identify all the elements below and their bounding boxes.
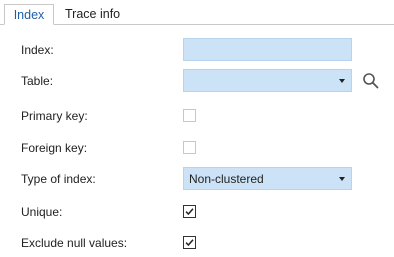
unique-label: Unique: [21, 205, 63, 219]
exclude-null-checkbox[interactable] [183, 236, 196, 249]
primary-key-checkbox[interactable] [183, 109, 196, 122]
index-label: Index: [21, 43, 54, 57]
foreign-key-checkbox[interactable] [183, 141, 196, 154]
primary-key-label: Primary key: [21, 109, 88, 123]
chevron-down-icon [339, 79, 345, 83]
table-row: Table: [0, 69, 394, 93]
type-of-index-label: Type of index: [21, 172, 96, 186]
exclude-null-row: Exclude null values: [0, 233, 394, 257]
check-icon [185, 239, 194, 247]
index-row: Index: [0, 38, 394, 62]
table-label: Table: [21, 74, 54, 88]
unique-row: Unique: [0, 202, 394, 226]
tab-index[interactable]: Index [4, 4, 54, 25]
search-icon[interactable] [362, 72, 380, 90]
table-select[interactable] [183, 69, 352, 92]
chevron-down-icon [339, 177, 345, 181]
tab-trace-info[interactable]: Trace info [57, 4, 128, 24]
foreign-key-row: Foreign key: [0, 138, 394, 162]
exclude-null-label: Exclude null values: [21, 236, 128, 250]
tab-bar: Index Trace info [0, 0, 394, 25]
type-of-index-select[interactable]: Non-clustered [183, 167, 352, 190]
check-icon [185, 208, 194, 216]
type-of-index-row: Type of index: Non-clustered [0, 167, 394, 191]
foreign-key-label: Foreign key: [21, 141, 88, 155]
unique-checkbox[interactable] [183, 205, 196, 218]
type-of-index-value: Non-clustered [189, 172, 264, 186]
primary-key-row: Primary key: [0, 106, 394, 130]
index-input[interactable] [183, 38, 352, 61]
